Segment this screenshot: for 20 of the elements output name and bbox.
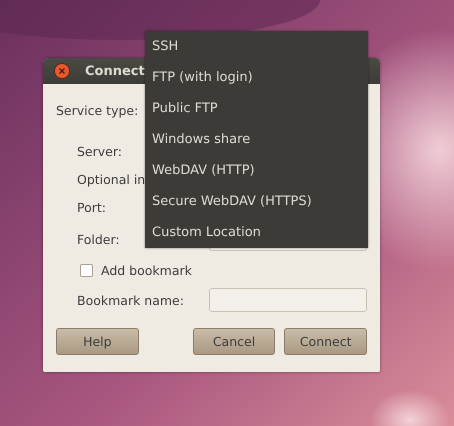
- help-button[interactable]: Help: [56, 328, 139, 355]
- menu-item[interactable]: SSH: [145, 31, 368, 62]
- window-title: Connect: [85, 64, 145, 78]
- input-field[interactable]: [209, 288, 367, 312]
- field-label: Service type:: [56, 102, 138, 118]
- field-label: Folder:: [77, 232, 121, 246]
- menu-item[interactable]: FTP (with login): [145, 62, 368, 93]
- field-label: Server:: [77, 144, 122, 158]
- field-label: Port:: [77, 200, 106, 214]
- field-label: Bookmark name:: [77, 292, 185, 308]
- menu-item[interactable]: Windows share: [145, 124, 368, 155]
- connect-button[interactable]: Connect: [284, 328, 368, 355]
- menu-item[interactable]: Custom Location: [145, 217, 368, 248]
- menu-item[interactable]: WebDAV (HTTP): [145, 155, 368, 186]
- section-label: Optional in: [77, 172, 146, 186]
- menu-item[interactable]: Secure WebDAV (HTTPS): [145, 186, 368, 217]
- add-bookmark-checkbox[interactable]: Add bookmark: [80, 262, 192, 278]
- menu-item[interactable]: Public FTP: [145, 93, 368, 124]
- cancel-button[interactable]: Cancel: [192, 328, 276, 355]
- close-icon[interactable]: [54, 63, 70, 79]
